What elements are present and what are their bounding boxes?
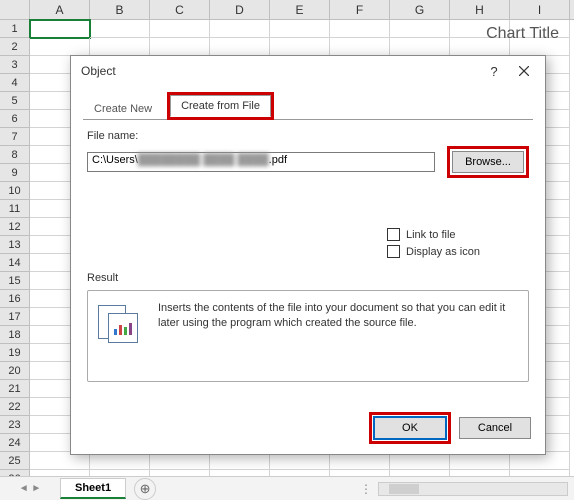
row-header[interactable]: 4 (0, 74, 30, 92)
row-header[interactable]: 18 (0, 326, 30, 344)
help-button[interactable]: ? (479, 59, 509, 83)
cancel-button[interactable]: Cancel (459, 417, 531, 439)
row-header[interactable]: 2 (0, 38, 30, 56)
highlight-create-from-file: Create from File (167, 92, 274, 120)
sheet-nav-arrows[interactable]: ◄ ► (0, 483, 60, 494)
row-header[interactable]: 13 (0, 236, 30, 254)
row-header[interactable]: 23 (0, 416, 30, 434)
highlight-ok: OK (369, 412, 451, 444)
ok-button[interactable]: OK (374, 417, 446, 439)
column-header[interactable]: C (150, 0, 210, 19)
row-header[interactable]: 15 (0, 272, 30, 290)
row-header[interactable]: 19 (0, 344, 30, 362)
sheet-overflow-icon[interactable]: ⋮ (360, 482, 374, 496)
close-button[interactable] (509, 59, 539, 83)
cell[interactable] (270, 20, 330, 38)
row-header[interactable]: 6 (0, 110, 30, 128)
object-dialog: Object ? Create New Create from File Fil… (70, 55, 546, 455)
highlight-browse: Browse... (447, 146, 529, 178)
cell[interactable] (90, 20, 150, 38)
cell[interactable] (90, 38, 150, 56)
tab-create-new[interactable]: Create New (83, 98, 163, 120)
dialog-title: Object (81, 64, 479, 78)
tab-create-from-file[interactable]: Create from File (170, 95, 271, 117)
result-box: Inserts the contents of the file into yo… (87, 290, 529, 382)
row-header[interactable]: 1 (0, 20, 30, 38)
row-header[interactable]: 24 (0, 434, 30, 452)
row-header[interactable]: 7 (0, 128, 30, 146)
cell[interactable] (330, 20, 390, 38)
file-name-input[interactable]: C:\Users\████████ ████ ████.pdf (87, 152, 435, 172)
column-header[interactable]: F (330, 0, 390, 19)
display-as-icon-checkbox[interactable] (387, 245, 400, 258)
cell[interactable] (30, 20, 90, 38)
row-header[interactable]: 3 (0, 56, 30, 74)
row-header[interactable]: 12 (0, 218, 30, 236)
result-description: Inserts the contents of the file into yo… (158, 301, 518, 332)
browse-button[interactable]: Browse... (452, 151, 524, 173)
column-header[interactable]: A (30, 0, 90, 19)
row-header[interactable]: 25 (0, 452, 30, 470)
row-header[interactable]: 5 (0, 92, 30, 110)
row-header[interactable]: 8 (0, 146, 30, 164)
cell[interactable] (330, 38, 390, 56)
cell[interactable] (150, 38, 210, 56)
cell[interactable] (30, 38, 90, 56)
link-to-file-label: Link to file (406, 229, 456, 241)
row-header[interactable]: 11 (0, 200, 30, 218)
cell[interactable] (270, 38, 330, 56)
horizontal-scrollbar[interactable] (378, 482, 568, 496)
select-all-corner[interactable] (0, 0, 30, 19)
row-header[interactable]: 22 (0, 398, 30, 416)
column-header[interactable]: I (510, 0, 570, 19)
file-path-redacted: ████████ ████ ████ (138, 154, 269, 166)
row-header[interactable]: 20 (0, 362, 30, 380)
cell[interactable] (390, 38, 450, 56)
cell[interactable] (150, 20, 210, 38)
column-header[interactable]: D (210, 0, 270, 19)
file-path-suffix: .pdf (269, 154, 287, 166)
row-header[interactable]: 14 (0, 254, 30, 272)
column-header[interactable]: G (390, 0, 450, 19)
file-name-label: File name: (87, 130, 529, 142)
file-path-prefix: C:\Users\ (92, 154, 138, 166)
row-header[interactable]: 10 (0, 182, 30, 200)
dialog-tabs: Create New Create from File (71, 86, 545, 120)
row-header[interactable]: 21 (0, 380, 30, 398)
display-as-icon-label: Display as icon (406, 246, 480, 258)
cell[interactable] (390, 20, 450, 38)
chart-title: Chart Title (486, 25, 559, 43)
column-header[interactable]: B (90, 0, 150, 19)
cell[interactable] (210, 20, 270, 38)
cell[interactable] (210, 38, 270, 56)
column-header[interactable]: E (270, 0, 330, 19)
link-to-file-checkbox[interactable] (387, 228, 400, 241)
row-header[interactable]: 16 (0, 290, 30, 308)
sheet-tab-bar: ◄ ► Sheet1 ⊕ ⋮ (0, 476, 574, 500)
row-header[interactable]: 17 (0, 308, 30, 326)
document-chart-icon (98, 305, 142, 345)
sheet-tab-active[interactable]: Sheet1 (60, 478, 126, 499)
add-sheet-button[interactable]: ⊕ (134, 478, 156, 500)
row-header[interactable]: 9 (0, 164, 30, 182)
column-header[interactable]: H (450, 0, 510, 19)
result-label: Result (87, 272, 529, 284)
